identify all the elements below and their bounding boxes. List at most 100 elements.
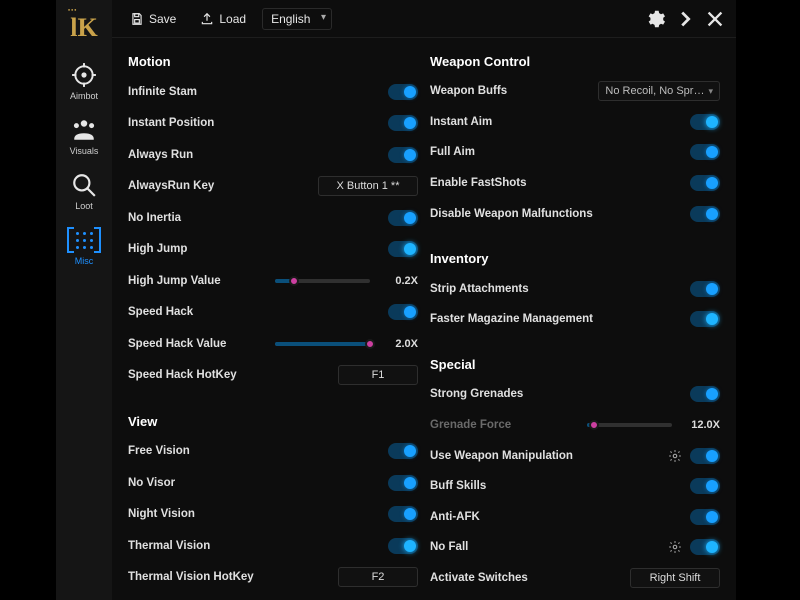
label-high-jump: High Jump <box>128 243 380 255</box>
label-no-visor: No Visor <box>128 477 380 489</box>
label-no-inertia: No Inertia <box>128 212 380 224</box>
label-faster-mag: Faster Magazine Management <box>430 313 682 325</box>
speed-hack-hotkey-field[interactable]: F1 <box>338 365 418 385</box>
label-strip-attachments: Strip Attachments <box>430 283 682 295</box>
value-high-jump: 0.2X <box>378 275 418 287</box>
close-button[interactable] <box>704 8 726 30</box>
toggle-buff-skills[interactable] <box>690 478 720 494</box>
toggle-strip-attachments[interactable] <box>690 281 720 297</box>
label-high-jump-value: High Jump Value <box>128 275 267 287</box>
slider-grenade-force[interactable] <box>587 423 672 427</box>
toggle-strong-grenades[interactable] <box>690 386 720 402</box>
toggle-instant-position[interactable] <box>388 115 418 131</box>
toggle-no-fall[interactable] <box>690 539 720 555</box>
label-instant-aim: Instant Aim <box>430 116 682 128</box>
gear-icon[interactable] <box>668 449 682 463</box>
app-logo: lK <box>62 6 106 50</box>
section-title-weapon: Weapon Control <box>430 50 720 71</box>
label-grenade-force: Grenade Force <box>430 419 579 431</box>
sidebar-item-aimbot[interactable]: Aimbot <box>60 56 108 105</box>
crosshair-icon <box>71 62 97 88</box>
chevron-down-icon: ▾ <box>708 86 713 97</box>
toggle-disable-malfunctions[interactable] <box>690 206 720 222</box>
save-button[interactable]: Save <box>122 8 184 30</box>
topbar: Save Load English <box>112 0 736 38</box>
weapon-buffs-value: No Recoil, No Spr… <box>605 85 704 97</box>
thermal-hotkey-field[interactable]: F2 <box>338 567 418 587</box>
value-grenade-force: 12.0X <box>680 419 720 431</box>
toggle-use-weapon-manipulation[interactable] <box>690 448 720 464</box>
people-icon <box>71 117 97 143</box>
save-label: Save <box>149 12 176 26</box>
label-enable-fastshots: Enable FastShots <box>430 177 682 189</box>
save-icon <box>130 12 144 26</box>
sidebar-item-misc[interactable]: Misc <box>60 221 108 270</box>
gear-icon[interactable] <box>668 540 682 554</box>
value-speed-hack: 2.0X <box>378 338 418 350</box>
settings-button[interactable] <box>644 8 666 30</box>
label-weapon-buffs: Weapon Buffs <box>430 85 590 97</box>
label-no-fall: No Fall <box>430 541 660 553</box>
label-buff-skills: Buff Skills <box>430 480 682 492</box>
section-title-motion: Motion <box>128 50 418 71</box>
section-title-inventory: Inventory <box>430 247 720 268</box>
label-free-vision: Free Vision <box>128 445 380 457</box>
label-activate-switches: Activate Switches <box>430 572 622 584</box>
section-title-view: View <box>128 410 418 431</box>
magnifier-icon <box>71 172 97 198</box>
label-anti-afk: Anti-AFK <box>430 511 682 523</box>
right-column: Weapon Control Weapon Buffs No Recoil, N… <box>430 50 720 588</box>
upload-icon <box>200 12 214 26</box>
slider-high-jump[interactable] <box>275 279 370 283</box>
label-speed-hack-value: Speed Hack Value <box>128 338 267 350</box>
slider-speed-hack[interactable] <box>275 342 370 346</box>
label-full-aim: Full Aim <box>430 146 682 158</box>
toggle-high-jump[interactable] <box>388 241 418 257</box>
label-disable-malfunctions: Disable Weapon Malfunctions <box>430 208 682 220</box>
section-title-special: Special <box>430 353 720 374</box>
toggle-instant-aim[interactable] <box>690 114 720 130</box>
toggle-full-aim[interactable] <box>690 144 720 160</box>
sidebar-item-label: Misc <box>75 256 94 266</box>
label-speed-hack: Speed Hack <box>128 306 380 318</box>
alwaysrun-key-field[interactable]: X Button 1 ** <box>318 176 418 196</box>
label-infinite-stam: Infinite Stam <box>128 86 380 98</box>
toggle-night-vision[interactable] <box>388 506 418 522</box>
main-panel: Save Load English <box>112 0 736 600</box>
close-icon <box>704 8 726 30</box>
collapse-button[interactable] <box>674 8 696 30</box>
gear-icon <box>644 8 666 30</box>
toggle-enable-fastshots[interactable] <box>690 175 720 191</box>
activate-switches-field[interactable]: Right Shift <box>630 568 720 588</box>
sidebar-item-loot[interactable]: Loot <box>60 166 108 215</box>
toggle-always-run[interactable] <box>388 147 418 163</box>
toggle-no-visor[interactable] <box>388 475 418 491</box>
toggle-infinite-stam[interactable] <box>388 84 418 100</box>
left-column: Motion Infinite Stam Instant Position Al… <box>128 50 418 588</box>
label-strong-grenades: Strong Grenades <box>430 388 682 400</box>
sidebar-item-label: Visuals <box>70 146 99 156</box>
toggle-thermal-vision[interactable] <box>388 538 418 554</box>
chevron-right-icon <box>674 8 696 30</box>
toggle-faster-mag[interactable] <box>690 311 720 327</box>
load-button[interactable]: Load <box>192 8 254 30</box>
label-thermal-vision: Thermal Vision <box>128 540 380 552</box>
toggle-anti-afk[interactable] <box>690 509 720 525</box>
sidebar-item-label: Aimbot <box>70 91 98 101</box>
toggle-free-vision[interactable] <box>388 443 418 459</box>
label-instant-position: Instant Position <box>128 117 380 129</box>
label-alwaysrun-key: AlwaysRun Key <box>128 180 310 192</box>
sidebar-item-visuals[interactable]: Visuals <box>60 111 108 160</box>
label-thermal-hotkey: Thermal Vision HotKey <box>128 571 330 583</box>
label-always-run: Always Run <box>128 149 380 161</box>
sidebar-item-label: Loot <box>75 201 93 211</box>
load-label: Load <box>219 12 246 26</box>
sidebar: lK Aimbot Visuals Loot <box>56 0 112 600</box>
label-night-vision: Night Vision <box>128 508 380 520</box>
grid-icon <box>69 227 99 253</box>
toggle-speed-hack[interactable] <box>388 304 418 320</box>
language-select[interactable]: English <box>262 8 332 30</box>
toggle-no-inertia[interactable] <box>388 210 418 226</box>
weapon-buffs-select[interactable]: No Recoil, No Spr… ▾ <box>598 81 720 101</box>
label-speed-hack-hotkey: Speed Hack HotKey <box>128 369 330 381</box>
